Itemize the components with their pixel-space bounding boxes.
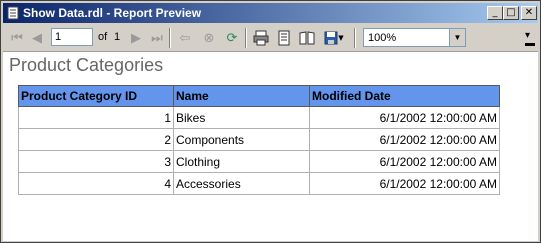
first-page-icon[interactable]: ⏮ [7,28,27,48]
table-cell: 6/1/2002 12:00:00 AM [309,150,500,173]
table-cell: Accessories [173,172,310,195]
zoom-select[interactable]: 100% ▼ [363,28,466,47]
close-button[interactable]: ✕ [521,6,537,20]
page-setup-icon[interactable] [297,28,317,48]
total-pages: 1 [114,31,121,43]
table-cell: Bikes [173,106,310,129]
report-title: Product Categories [9,55,164,75]
last-page-icon[interactable]: ⏭ [147,28,167,48]
table-row: 1 Bikes 6/1/2002 12:00:00 AM [18,106,500,129]
table-cell: 2 [18,128,174,151]
maximize-button[interactable]: □ [503,6,519,20]
report-preview-window: Show Data.rdl - Report Preview _ □ ✕ ⏮ ◀… [0,0,541,243]
window-title: Show Data.rdl - Report Preview [23,6,202,20]
title-bar[interactable]: Show Data.rdl - Report Preview _ □ ✕ [3,3,538,23]
report-toolbar: ⏮ ◀ 1 of 1 ▶ ⏭ ⇦ ⊗ ⟳ ▼ 100% ▼ ▾ ▬ [3,24,538,51]
refresh-icon[interactable]: ⟳ [222,28,242,48]
toolbar-separator [169,28,171,48]
zoom-value: 100% [368,32,397,44]
report-document-icon [7,6,19,20]
header-row: Product Category ID Name Modified Date [18,85,500,107]
chevron-down-icon[interactable]: ▼ [449,29,465,46]
toolbar-overflow-icon[interactable]: ▾ ▬ [525,31,535,49]
chevron-down-icon: ▼ [338,34,344,42]
print-layout-icon[interactable] [274,28,294,48]
column-header: Modified Date [309,85,500,107]
minimize-button[interactable]: _ [487,6,503,20]
of-label: of [98,31,108,43]
table-cell: 4 [18,172,174,195]
table-row: 2 Components 6/1/2002 12:00:00 AM [18,128,500,151]
table-cell: Clothing [173,150,310,173]
table-cell: 1 [18,106,174,129]
stop-icon[interactable]: ⊗ [199,28,219,48]
previous-page-icon[interactable]: ◀ [27,28,47,48]
table-cell: Components [173,128,310,151]
column-header: Product Category ID [18,85,174,107]
table-row: 3 Clothing 6/1/2002 12:00:00 AM [18,150,500,173]
report-viewer[interactable]: Product Categories Product Category ID N… [3,51,538,241]
toolbar-separator [245,28,247,48]
toolbar-separator [354,28,356,48]
back-icon[interactable]: ⇦ [175,28,195,48]
column-header: Name [173,85,310,107]
table-cell: 3 [18,150,174,173]
current-page-input[interactable]: 1 [51,28,93,46]
table-cell: 6/1/2002 12:00:00 AM [309,172,500,195]
table-row: 4 Accessories 6/1/2002 12:00:00 AM [18,172,500,195]
print-icon[interactable] [251,28,271,48]
export-icon[interactable]: ▼ [321,28,347,48]
report-table: Product Category ID Name Modified Date 1… [18,85,500,195]
next-page-icon[interactable]: ▶ [126,28,146,48]
table-cell: 6/1/2002 12:00:00 AM [309,128,500,151]
table-cell: 6/1/2002 12:00:00 AM [309,106,500,129]
